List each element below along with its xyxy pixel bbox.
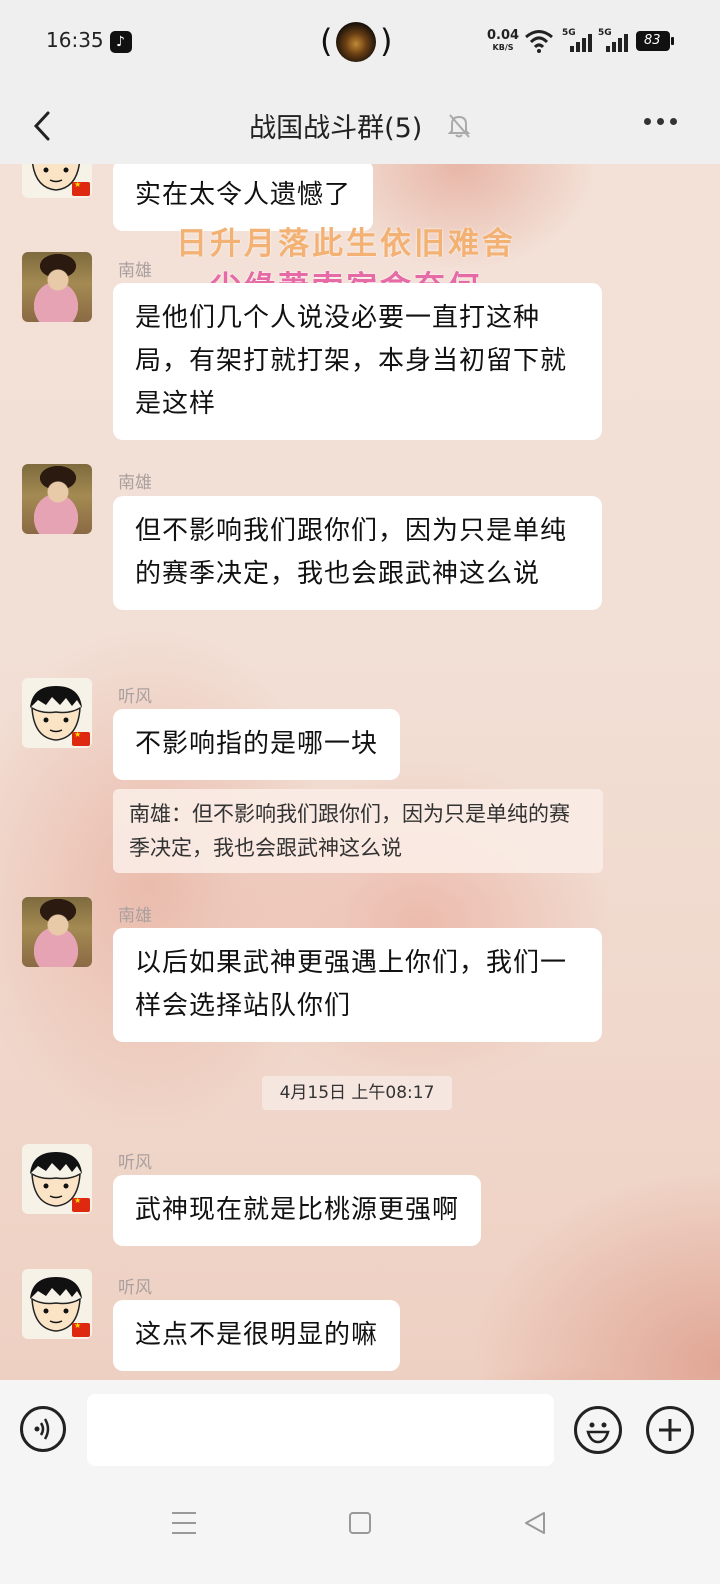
message-bubble[interactable]: 以后如果武神更强遇上你们，我们一样会选择站队你们 (113, 928, 602, 1042)
sender-name: 听风 (118, 687, 152, 707)
avatar-tingfeng[interactable] (22, 1269, 92, 1339)
floating-avatar-pill[interactable]: ( ) (320, 18, 392, 66)
battery-level: 83 (644, 33, 661, 48)
avatar-nanxiong[interactable] (22, 897, 92, 967)
message-timestamp: 4月15日 上午08:17 (262, 1076, 452, 1110)
bell-off-icon (447, 113, 471, 138)
message-bubble[interactable]: 是他们几个人说没必要一直打这种局，有架打就打架，本身当初留下就是这样 (113, 283, 602, 440)
voice-icon[interactable] (20, 1406, 66, 1452)
chat-title-area[interactable]: 战国战斗群(5) (0, 106, 720, 145)
avatar-tingfeng[interactable] (22, 678, 92, 748)
avatar-tingfeng[interactable] (22, 1144, 92, 1214)
network-speed-unit: KB/S (492, 43, 514, 52)
menu-icon[interactable] (172, 1512, 196, 1534)
message-bubble[interactable]: 这点不是很明显的嘛 (113, 1300, 401, 1371)
signal-icon-2: 5G (598, 28, 628, 54)
chat-title: 战国战斗群(5) (249, 113, 423, 144)
plus-icon[interactable] (646, 1406, 694, 1454)
sender-name: 南雄 (118, 473, 152, 493)
watermark-line-1: 日升月落此生依旧难舍 (176, 226, 516, 262)
chat-message-list[interactable]: 实在太令人遗憾了 日升月落此生依旧难舍 尘缘萧索宿命奈何 南雄 是他们几个人说没… (0, 164, 720, 1390)
message-bubble[interactable]: 但不影响我们跟你们，因为只是单纯的赛季决定，我也会跟武神这么说 (113, 496, 602, 610)
sender-name: 听风 (118, 1278, 152, 1298)
sender-name: 南雄 (118, 906, 152, 926)
emoji-icon[interactable] (574, 1406, 622, 1454)
china-flag-icon (72, 730, 90, 746)
more-dots-icon[interactable] (644, 118, 680, 128)
status-bar: 16:35 ♪ ( ) 0.04 KB/S 5G 5G 83 (0, 0, 720, 86)
system-nav-bar (0, 1480, 720, 1584)
battery-icon: 83 (636, 31, 674, 51)
network-speed: 0.04 KB/S (487, 28, 520, 54)
tiktok-icon: ♪ (110, 31, 132, 53)
network-speed-value: 0.04 (487, 28, 520, 43)
chat-header: 战国战斗群(5) (0, 86, 720, 164)
wifi-icon (525, 30, 553, 53)
china-flag-icon (72, 1321, 90, 1337)
message-input-bar (0, 1380, 720, 1480)
china-flag-icon (72, 1196, 90, 1212)
message-bubble[interactable]: 武神现在就是比桃源更强啊 (113, 1175, 482, 1246)
avatar-nanxiong[interactable] (22, 252, 92, 322)
sender-name: 南雄 (118, 261, 152, 281)
signal-icon-1: 5G (562, 28, 592, 54)
sender-name: 听风 (118, 1153, 152, 1173)
home-icon[interactable] (349, 1512, 371, 1534)
china-flag-icon (72, 180, 90, 196)
status-time: 16:35 (46, 28, 104, 52)
message-input[interactable] (87, 1394, 554, 1466)
avatar-tingfeng[interactable] (22, 164, 92, 198)
message-bubble[interactable]: 不影响指的是哪一块 (113, 709, 401, 780)
back-triangle-icon[interactable] (522, 1510, 548, 1536)
floating-avatar-icon (336, 22, 376, 62)
quoted-message[interactable]: 南雄：但不影响我们跟你们，因为只是单纯的赛季决定，我也会跟武神这么说 (113, 789, 603, 873)
avatar-nanxiong[interactable] (22, 464, 92, 534)
